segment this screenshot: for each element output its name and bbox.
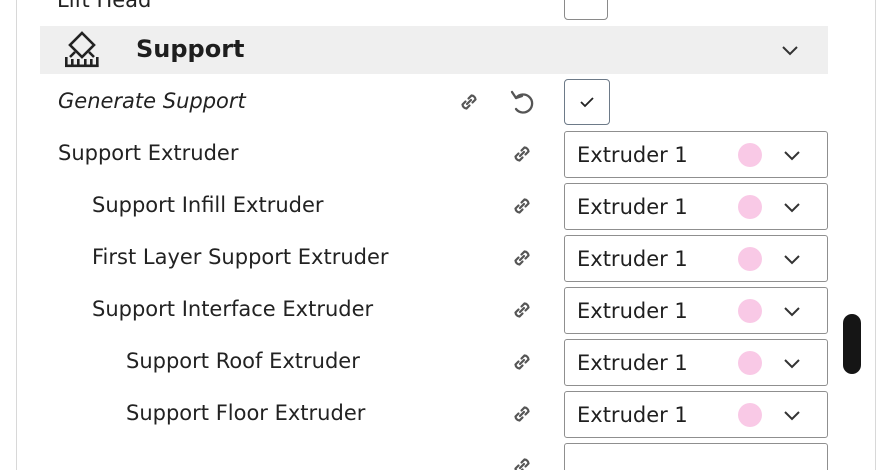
select-value: Extruder 1 xyxy=(577,143,688,167)
setting-label: Support Infill Extruder xyxy=(92,193,324,217)
link-icon[interactable] xyxy=(507,399,537,429)
chevron-down-icon xyxy=(784,359,800,369)
chevron-down-icon[interactable] xyxy=(777,38,803,64)
link-icon[interactable] xyxy=(507,139,537,169)
setting-row-support-floor-extruder: Support Floor Extruder Extruder 1 xyxy=(17,388,875,440)
link-icon[interactable] xyxy=(507,191,537,221)
setting-row-lift-head: Lift Head xyxy=(17,0,875,22)
setting-row-generate-support: Generate Support xyxy=(17,76,875,128)
select-value: Extruder 1 xyxy=(577,403,688,427)
support-icon xyxy=(65,31,99,68)
support-roof-extruder-select[interactable]: Extruder 1 xyxy=(564,339,828,386)
support-extruder-select[interactable]: Extruder 1 xyxy=(564,131,828,178)
setting-label: Support Extruder xyxy=(58,141,239,165)
setting-label: Generate Support xyxy=(58,89,246,113)
support-infill-extruder-select[interactable]: Extruder 1 xyxy=(564,183,828,230)
extruder-color-swatch xyxy=(738,143,762,167)
chevron-down-icon xyxy=(784,411,800,421)
reset-icon[interactable] xyxy=(507,86,537,118)
chevron-down-icon xyxy=(784,151,800,161)
support-floor-extruder-select[interactable]: Extruder 1 xyxy=(564,391,828,438)
extruder-color-swatch xyxy=(738,299,762,323)
setting-label: Lift Head xyxy=(57,0,152,12)
chevron-down-icon xyxy=(784,203,800,213)
setting-label: Support Roof Extruder xyxy=(126,349,360,373)
setting-row-support-infill-extruder: Support Infill Extruder Extruder 1 xyxy=(17,180,875,232)
section-title: Support xyxy=(136,35,245,63)
generate-support-checkbox[interactable] xyxy=(564,79,610,125)
link-icon[interactable] xyxy=(507,347,537,377)
link-icon[interactable] xyxy=(454,87,484,117)
first-layer-support-extruder-select[interactable]: Extruder 1 xyxy=(564,235,828,282)
support-section-header[interactable]: Support xyxy=(40,26,828,74)
extruder-color-swatch xyxy=(738,247,762,271)
support-interface-extruder-select[interactable]: Extruder 1 xyxy=(564,287,828,334)
settings-panel: Lift Head Support Generate Support Suppo… xyxy=(16,0,876,470)
link-icon[interactable] xyxy=(507,295,537,325)
link-icon[interactable] xyxy=(507,243,537,273)
select-value: Extruder 1 xyxy=(577,351,688,375)
chevron-down-icon xyxy=(784,307,800,317)
setting-row-support-interface-extruder: Support Interface Extruder Extruder 1 xyxy=(17,284,875,336)
select-value: Extruder 1 xyxy=(577,195,688,219)
select-value: Extruder 1 xyxy=(577,299,688,323)
extruder-color-swatch xyxy=(738,351,762,375)
setting-label: First Layer Support Extruder xyxy=(92,245,389,269)
setting-row-support-roof-extruder: Support Roof Extruder Extruder 1 xyxy=(17,336,875,388)
next-setting-select[interactable] xyxy=(564,443,828,470)
extruder-color-swatch xyxy=(738,195,762,219)
chevron-down-icon xyxy=(784,255,800,265)
setting-row-support-extruder: Support Extruder Extruder 1 xyxy=(17,128,875,180)
extruder-color-swatch xyxy=(738,403,762,427)
lift-head-checkbox[interactable] xyxy=(564,0,608,20)
checkmark-icon xyxy=(580,97,594,108)
vertical-scrollbar-thumb[interactable] xyxy=(843,314,861,374)
setting-label: Support Floor Extruder xyxy=(126,401,366,425)
setting-label: Support Interface Extruder xyxy=(92,297,374,321)
setting-row-first-layer-support-extruder: First Layer Support Extruder Extruder 1 xyxy=(17,232,875,284)
select-value: Extruder 1 xyxy=(577,247,688,271)
setting-row-next xyxy=(17,440,875,470)
